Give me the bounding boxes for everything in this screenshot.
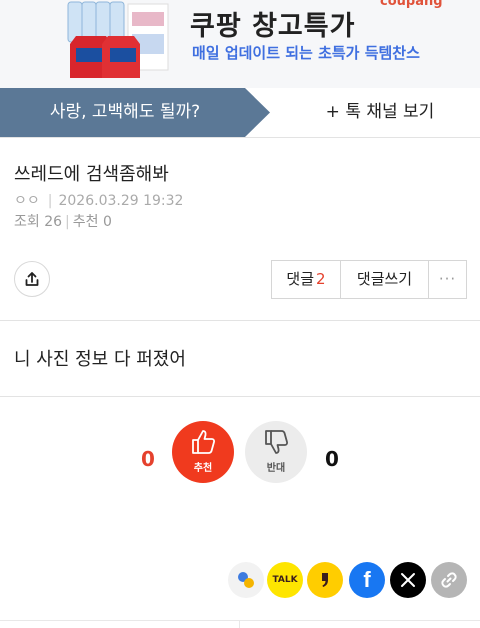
upvote-count: 0 [141, 447, 155, 471]
footer-tab-divider [239, 620, 240, 628]
post-stats: 조회 26 | 추천 0 [14, 211, 112, 231]
kakaotalk-icon: TALK [272, 575, 298, 585]
share-kakaotalk-button[interactable]: TALK [267, 562, 303, 598]
post-title: 쓰레드에 검색좀해봐 [14, 164, 169, 185]
footer-divider [0, 620, 480, 621]
view-channel-button[interactable]: + 톡 채널 보기 [300, 88, 460, 137]
link-icon [441, 572, 457, 588]
channel-name[interactable]: 사랑, 고백해도 될까? [0, 88, 250, 137]
ad-banner[interactable]: coupang 쿠팡 창고특가 매일 업데이트 되는 초특가 득템찬스 [0, 0, 480, 88]
thumbs-up-icon [192, 430, 216, 454]
channel-bar: 사랑, 고백해도 될까? + 톡 채널 보기 [0, 88, 480, 138]
post-author[interactable]: ㅇㅇ [14, 193, 40, 209]
meta-divider: | [47, 193, 53, 209]
divider [0, 320, 480, 321]
divider [0, 396, 480, 397]
share-band-button[interactable] [228, 562, 264, 598]
upvote-button[interactable]: 추천 [172, 421, 234, 483]
comments-label: 댓글 [286, 270, 315, 288]
comments-count: 2 [316, 270, 326, 288]
band-icon [238, 572, 254, 588]
share-icon [25, 272, 39, 286]
ad-subtitle: 매일 업데이트 되는 초특가 득템찬스 [192, 44, 420, 62]
views-label: 조회 [14, 214, 40, 230]
downvote-button[interactable]: 반대 [245, 421, 307, 483]
recommend-label: 추천 [72, 214, 99, 230]
views-count: 26 [44, 214, 63, 230]
more-options-icon[interactable]: ··· [429, 261, 466, 298]
ad-title: 쿠팡 창고특가 [190, 11, 356, 42]
copy-link-button[interactable] [431, 562, 467, 598]
meta-divider: | [65, 214, 70, 230]
post-date: 2026.03.29 19:32 [58, 193, 184, 209]
upvote-label: 추천 [193, 463, 213, 474]
share-x-button[interactable] [390, 562, 426, 598]
comments-button[interactable]: 댓글 2 [272, 261, 341, 298]
recommend-count: 0 [102, 214, 112, 230]
kakaostory-icon [322, 573, 328, 587]
share-button[interactable] [14, 261, 50, 297]
thumbs-down-icon [265, 430, 289, 454]
ad-brand-logo: coupang [380, 0, 443, 9]
post-meta: ㅇㅇ | 2026.03.29 19:32 [14, 190, 183, 210]
share-kakaostory-button[interactable] [307, 562, 343, 598]
share-facebook-button[interactable]: f [349, 562, 385, 598]
write-comment-button[interactable]: 댓글쓰기 [341, 261, 429, 298]
facebook-icon: f [363, 567, 371, 592]
post-body: 니 사진 정보 다 퍼졌어 [14, 349, 186, 370]
x-icon [401, 573, 415, 587]
downvote-count: 0 [325, 447, 339, 471]
ad-product-image [67, 1, 169, 78]
comment-bar: 댓글 2 댓글쓰기 ··· [271, 260, 467, 299]
downvote-label: 반대 [266, 463, 286, 474]
